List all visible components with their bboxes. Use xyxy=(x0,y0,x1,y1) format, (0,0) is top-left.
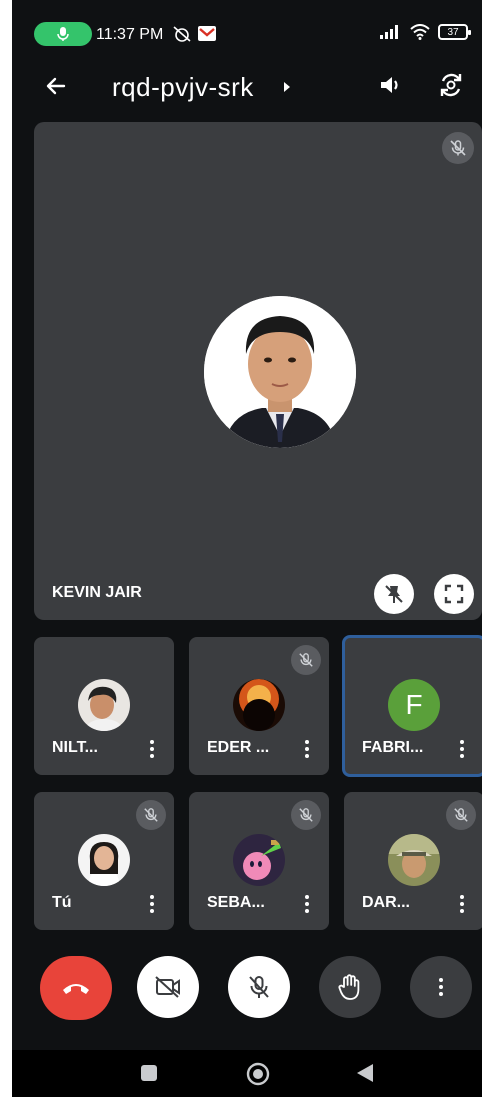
call-controls xyxy=(12,956,482,1020)
status-time: 11:37 PM xyxy=(96,26,164,43)
mic-muted-indicator xyxy=(291,800,321,830)
end-call-icon xyxy=(63,984,89,994)
nav-recents-icon xyxy=(141,1065,157,1081)
participant-tile[interactable]: Tú xyxy=(34,792,174,930)
participant-avatar xyxy=(78,834,130,886)
participant-more-button[interactable] xyxy=(297,735,317,763)
nav-back-button[interactable] xyxy=(356,1063,374,1088)
mic-off-icon xyxy=(299,808,313,822)
main-participant-avatar xyxy=(204,296,356,448)
profile-photo xyxy=(233,834,285,886)
participant-more-button[interactable] xyxy=(452,735,472,763)
mic-off-icon xyxy=(144,808,158,822)
participant-name: SEBA... xyxy=(207,894,265,911)
participant-more-button[interactable] xyxy=(452,890,472,918)
participant-avatar xyxy=(233,834,285,886)
battery-indicator: 37 xyxy=(438,24,471,40)
status-bar: 11:37 PM 37 xyxy=(12,18,482,50)
battery-level: 37 xyxy=(447,26,459,38)
more-vert-icon xyxy=(460,740,464,744)
more-vert-icon xyxy=(460,895,464,899)
camera-toggle-button[interactable] xyxy=(137,956,199,1018)
end-call-button[interactable] xyxy=(40,956,112,1020)
profile-photo xyxy=(78,834,130,886)
participant-avatar xyxy=(78,679,130,731)
mic-muted-indicator xyxy=(446,800,476,830)
alarm-off-icon xyxy=(173,26,191,42)
participant-name: EDER ... xyxy=(207,739,270,756)
mic-off-icon xyxy=(450,140,466,156)
phone-screen: 11:37 PM 37 rqd-pvjv-srk KEVIN JAIR NILT… xyxy=(12,0,482,1097)
participant-name: Tú xyxy=(52,894,72,911)
mic-off-icon xyxy=(249,976,269,998)
profile-photo xyxy=(388,834,440,886)
meeting-code[interactable]: rqd-pvjv-srk xyxy=(112,72,254,103)
profile-photo xyxy=(78,679,130,731)
switch-camera-button[interactable] xyxy=(434,68,468,102)
participant-tile[interactable]: NILT... xyxy=(34,637,174,775)
participant-avatar: F xyxy=(388,679,440,731)
raise-hand-button[interactable] xyxy=(319,956,381,1018)
fullscreen-icon xyxy=(444,584,464,604)
more-vert-icon xyxy=(150,740,154,744)
raise-hand-icon xyxy=(338,974,360,1000)
microphone-icon xyxy=(57,27,69,41)
main-participant-name: KEVIN JAIR xyxy=(52,584,142,601)
participant-tile[interactable]: DAR... xyxy=(344,792,482,930)
participant-tile[interactable]: SEBA... xyxy=(189,792,329,930)
participant-name: FABRI... xyxy=(362,739,424,756)
nav-back-icon xyxy=(357,1064,373,1082)
speaker-icon xyxy=(381,77,398,93)
participant-avatar xyxy=(388,834,440,886)
profile-photo xyxy=(204,296,356,448)
main-mic-muted-indicator xyxy=(442,132,474,164)
app-bar: rqd-pvjv-srk xyxy=(12,60,482,110)
app-bar-actions xyxy=(374,68,468,102)
gmail-icon xyxy=(198,26,216,41)
participant-tile[interactable]: EDER ... xyxy=(189,637,329,775)
participant-more-button[interactable] xyxy=(142,890,162,918)
participant-more-button[interactable] xyxy=(297,890,317,918)
system-nav-bar xyxy=(12,1050,482,1097)
nav-home-button[interactable] xyxy=(246,1062,270,1091)
more-vert-icon xyxy=(439,978,443,996)
back-arrow-icon xyxy=(46,77,66,95)
participant-name: DAR... xyxy=(362,894,410,911)
nav-home-icon xyxy=(246,1062,270,1086)
main-video-tile[interactable]: KEVIN JAIR xyxy=(34,122,482,620)
pin-off-icon xyxy=(385,585,403,603)
more-vert-icon xyxy=(305,895,309,899)
caret-right-icon[interactable] xyxy=(282,80,292,94)
participant-more-button[interactable] xyxy=(142,735,162,763)
profile-photo xyxy=(233,679,285,731)
participant-avatar xyxy=(233,679,285,731)
switch-camera-icon xyxy=(440,73,462,97)
mic-muted-indicator xyxy=(291,645,321,675)
participant-tile-active[interactable]: F FABRI... xyxy=(342,635,482,777)
fullscreen-button[interactable] xyxy=(434,574,474,614)
status-icons: 37 xyxy=(380,24,471,40)
nav-recents-button[interactable] xyxy=(140,1064,158,1087)
avatar-initial: F xyxy=(405,689,423,720)
wifi-icon xyxy=(410,24,430,40)
unpin-button[interactable] xyxy=(374,574,414,614)
back-button[interactable] xyxy=(40,70,72,102)
participant-name: NILT... xyxy=(52,739,98,756)
more-vert-icon xyxy=(305,740,309,744)
more-vert-icon xyxy=(150,895,154,899)
mic-active-pill[interactable] xyxy=(34,22,92,46)
video-off-icon xyxy=(155,976,180,998)
signal-icon xyxy=(380,25,398,39)
mic-muted-indicator xyxy=(136,800,166,830)
mic-off-icon xyxy=(454,808,468,822)
mic-off-icon xyxy=(299,653,313,667)
mic-toggle-button[interactable] xyxy=(228,956,290,1018)
more-options-button[interactable] xyxy=(410,956,472,1018)
audio-output-button[interactable] xyxy=(374,68,408,102)
